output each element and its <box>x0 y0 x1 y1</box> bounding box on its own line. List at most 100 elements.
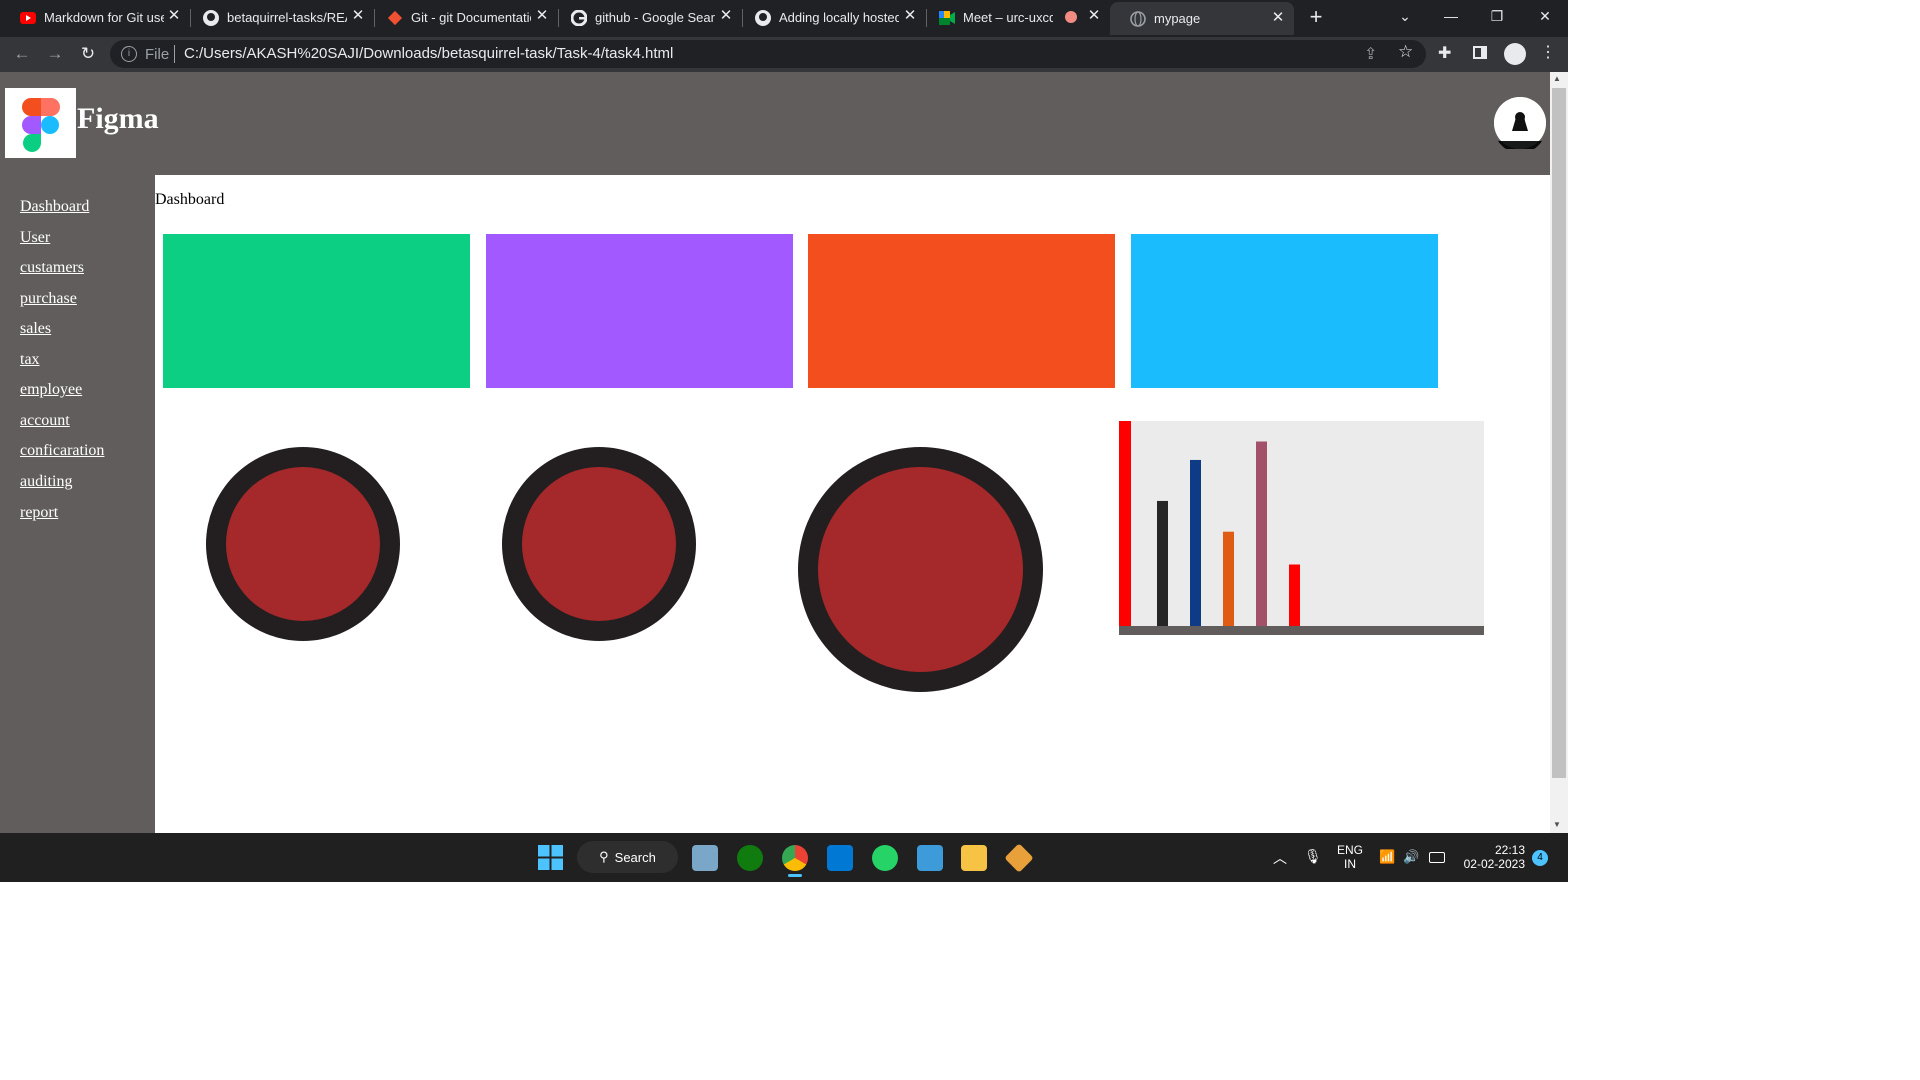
sidebar-item-account[interactable]: account <box>20 412 70 430</box>
tab-title: Markdown for Git use <box>44 10 164 25</box>
donut-circle <box>502 447 696 641</box>
forward-icon[interactable]: → <box>43 43 67 67</box>
tab-title: github - Google Searc <box>595 10 715 25</box>
profile-avatar[interactable] <box>1504 43 1526 65</box>
scrollbar-thumb[interactable] <box>1552 88 1566 778</box>
chart-bar <box>1223 531 1234 626</box>
chrome-icon[interactable] <box>782 845 808 871</box>
language-code: ENG <box>1337 843 1364 857</box>
close-tab-icon[interactable]: ✕ <box>534 8 550 24</box>
chart-x-axis <box>1119 626 1484 635</box>
close-window-icon[interactable]: ✕ <box>1530 4 1560 28</box>
user-avatar[interactable] <box>1494 97 1546 154</box>
search-label: Search <box>614 849 656 865</box>
donut-circle <box>206 447 400 641</box>
sidebar-item-configuration[interactable]: conficaration <box>20 442 104 460</box>
scroll-up-icon[interactable]: ▲ <box>1553 74 1561 83</box>
back-icon[interactable]: ← <box>10 43 34 67</box>
sidebar-item-sales[interactable]: sales <box>20 320 51 338</box>
close-tab-icon[interactable]: ✕ <box>1086 8 1102 24</box>
vscode-icon[interactable] <box>827 845 853 871</box>
file-scheme-label: File <box>145 46 170 63</box>
notification-badge[interactable]: 4 <box>1532 850 1548 866</box>
microphone-icon[interactable]: 🎙 <box>1304 848 1322 865</box>
sidebar-item-purchase[interactable]: purchase <box>20 290 77 308</box>
menu-kebab-icon[interactable]: ⋮ <box>1540 42 1556 62</box>
browser-tab[interactable]: Adding locally hosted ✕ <box>735 0 927 35</box>
active-app-indicator <box>788 874 802 877</box>
stat-card <box>486 234 793 388</box>
volume-icon[interactable]: 🔊 <box>1403 849 1419 865</box>
recording-icon <box>1065 11 1077 23</box>
date: 02-02-2023 <box>1463 857 1525 871</box>
new-tab-icon[interactable]: + <box>1304 4 1328 32</box>
reload-icon[interactable]: ↻ <box>76 43 100 67</box>
restore-icon[interactable]: ❐ <box>1482 4 1512 28</box>
user-icon <box>1494 97 1546 154</box>
battery-icon[interactable] <box>1429 852 1445 863</box>
xbox-icon[interactable] <box>737 845 763 871</box>
bookmark-star-icon[interactable]: ☆ <box>1398 42 1413 62</box>
chart-bar <box>1157 500 1168 626</box>
notepad-icon[interactable] <box>917 845 943 871</box>
youtube-icon <box>20 10 36 26</box>
whatsapp-icon[interactable] <box>872 845 898 871</box>
brand-title: Figma <box>77 102 159 135</box>
stat-card <box>1131 234 1438 388</box>
divider <box>174 45 175 63</box>
clock[interactable]: 22:13 02-02-2023 <box>1460 843 1525 871</box>
sidebar-item-dashboard[interactable]: Dashboard <box>20 198 89 216</box>
stat-card <box>808 234 1115 388</box>
time: 22:13 <box>1494 843 1525 857</box>
extensions-icon[interactable]: ✚ <box>1438 43 1451 63</box>
page-header <box>0 72 1550 175</box>
tray-overflow-icon[interactable]: ︿ <box>1273 848 1287 868</box>
tab-search-icon[interactable]: ⌄ <box>1390 4 1420 28</box>
scroll-down-icon[interactable]: ▼ <box>1553 820 1561 829</box>
browser-tab[interactable]: betaquirrel-tasks/REA ✕ <box>183 0 375 35</box>
minimize-icon[interactable]: — <box>1436 4 1466 28</box>
share-icon[interactable]: ⇪ <box>1364 44 1377 64</box>
github-icon <box>203 9 219 26</box>
chart-bar <box>1190 459 1201 626</box>
close-tab-icon[interactable]: ✕ <box>350 8 366 24</box>
donut-circle <box>798 447 1043 692</box>
tab-title: Git - git Documentatio <box>411 10 531 25</box>
donut-inner <box>226 467 380 621</box>
git-icon <box>387 10 403 26</box>
globe-icon <box>1130 10 1146 27</box>
figma-logo-icon <box>5 88 76 158</box>
browser-tab[interactable]: Git - git Documentatio ✕ <box>367 0 559 35</box>
chart-bar <box>1256 441 1267 626</box>
windows-start-icon[interactable] <box>538 845 563 870</box>
close-tab-icon[interactable]: ✕ <box>718 8 734 24</box>
browser-tab[interactable]: Meet – urc-uxcd- ✕ <box>919 0 1110 35</box>
browser-tab-active[interactable]: mypage ✕ <box>1110 2 1294 35</box>
sidebar-item-customers[interactable]: custamers <box>20 259 84 277</box>
donut-inner <box>818 467 1023 672</box>
tab-title: betaquirrel-tasks/REA <box>227 10 347 25</box>
file-explorer-icon[interactable] <box>961 845 987 871</box>
close-tab-icon[interactable]: ✕ <box>1270 10 1286 26</box>
tab-title: Adding locally hosted <box>779 10 899 25</box>
chart-background <box>1119 421 1484 635</box>
tab-title: Meet – urc-uxcd- <box>963 10 1053 25</box>
url-text[interactable]: C:/Users/AKASH%20SAJI/Downloads/betasqui… <box>184 45 673 62</box>
sidebar-item-employee[interactable]: employee <box>20 381 82 399</box>
language-indicator[interactable]: ENG IN <box>1337 843 1363 871</box>
chart-bar <box>1289 564 1300 626</box>
close-tab-icon[interactable]: ✕ <box>166 8 182 24</box>
close-tab-icon[interactable]: ✕ <box>902 8 918 24</box>
browser-tab[interactable]: github - Google Searc ✕ <box>551 0 743 35</box>
info-icon[interactable]: i <box>121 46 137 62</box>
sidebar-item-report[interactable]: report <box>20 504 58 522</box>
browser-tab[interactable]: Markdown for Git use ✕ <box>0 0 191 35</box>
photos-icon[interactable] <box>692 845 718 871</box>
taskbar-search[interactable]: ⚲ Search <box>577 841 678 873</box>
sidebar-item-tax[interactable]: tax <box>20 351 40 369</box>
side-panel-icon[interactable] <box>1473 46 1487 59</box>
sidebar-item-user[interactable]: User <box>20 229 50 247</box>
wifi-icon[interactable]: 📶 <box>1379 849 1395 865</box>
donut-inner <box>522 467 676 621</box>
sidebar-item-auditing[interactable]: auditing <box>20 473 72 491</box>
